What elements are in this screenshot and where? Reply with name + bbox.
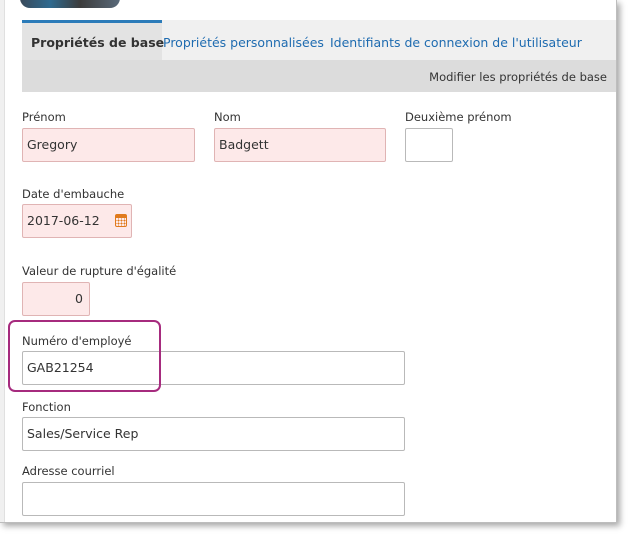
hire-date-value: 2017-06-12 [27, 213, 100, 228]
edit-basic-properties-link[interactable]: Modifier les propriétés de base [429, 60, 607, 94]
tiebreak-field[interactable]: 0 [22, 282, 90, 316]
first-name-label: Prénom [22, 110, 66, 124]
tab-basic-properties[interactable]: Propriétés de base [22, 20, 164, 60]
tiebreak-label: Valeur de rupture d'égalité [22, 264, 177, 278]
first-name-field[interactable]: Gregory [22, 128, 195, 162]
email-label: Adresse courriel [22, 464, 115, 478]
tab-custom-properties[interactable]: Propriétés personnalisées [163, 20, 324, 60]
hire-date-field[interactable]: 2017-06-12 [22, 204, 132, 238]
middle-name-label: Deuxième prénom [405, 110, 512, 124]
employee-properties-window: Propriétés de base Propriétés personnali… [0, 0, 617, 523]
employee-number-field[interactable]: GAB21254 [22, 351, 405, 385]
tab-user-login-credentials[interactable]: Identifiants de connexion de l'utilisate… [330, 20, 582, 60]
middle-name-field[interactable] [405, 128, 453, 162]
hire-date-label: Date d'embauche [22, 187, 125, 201]
toolbar: Modifier les propriétés de base [22, 60, 616, 92]
email-field[interactable] [22, 482, 405, 516]
last-name-field[interactable]: Badgett [214, 128, 386, 162]
calendar-icon[interactable] [115, 214, 127, 227]
last-name-label: Nom [214, 110, 241, 124]
window-left-edge [0, 0, 5, 522]
job-title-label: Fonction [22, 400, 71, 414]
tab-bar: Propriétés de base Propriétés personnali… [22, 20, 616, 60]
job-title-field[interactable]: Sales/Service Rep [22, 417, 405, 451]
employee-number-label: Numéro d'employé [22, 334, 132, 348]
avatar [20, 0, 120, 8]
